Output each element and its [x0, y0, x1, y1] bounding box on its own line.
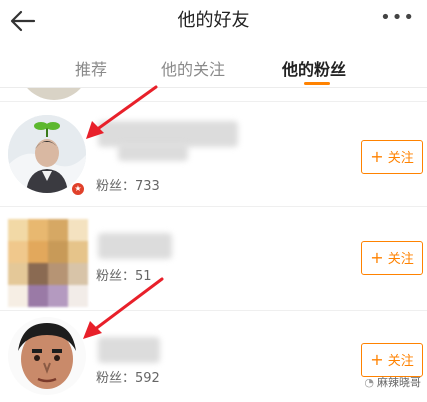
fans-count: 粉丝：592	[96, 371, 160, 386]
username-blurred	[98, 233, 172, 259]
follow-button[interactable]: + 关注	[361, 241, 423, 275]
avatar[interactable]	[8, 219, 88, 307]
wechat-icon: ◔	[364, 376, 374, 389]
top-bar: 他的好友 •••	[0, 0, 427, 42]
avatar[interactable]	[8, 317, 86, 395]
red-arrow-icon	[86, 85, 158, 139]
list-item-partial	[0, 88, 427, 102]
plus-icon: +	[370, 147, 384, 166]
tab-followers[interactable]: 他的粉丝	[282, 56, 346, 80]
plus-icon: +	[370, 350, 384, 369]
tab-following[interactable]: 他的关注	[161, 56, 225, 80]
red-arrow-icon	[83, 277, 164, 339]
avatar-image	[8, 317, 86, 395]
list-item[interactable]: 粉丝：51 + 关注	[0, 207, 427, 311]
avatar	[18, 88, 90, 100]
bio-blurred	[118, 143, 188, 161]
tab-recommend[interactable]: 推荐	[75, 56, 107, 80]
page-title: 他的好友	[177, 10, 250, 31]
follow-button[interactable]: + 关注	[361, 140, 423, 174]
watermark: ◔ 麻辣晓哥	[364, 376, 421, 389]
list-item[interactable]: 粉丝：592 + 关注	[0, 277, 427, 402]
active-tab-indicator	[304, 82, 330, 85]
avatar-mosaic	[8, 219, 88, 309]
tab-bar: 推荐 他的关注 他的粉丝	[0, 42, 427, 88]
verified-badge-icon: ★	[70, 181, 86, 197]
plus-icon: +	[370, 248, 384, 267]
more-options-icon[interactable]: •••	[380, 7, 415, 28]
follow-button[interactable]: + 关注	[361, 343, 423, 377]
fans-count: 粉丝：733	[96, 179, 160, 194]
list-item[interactable]: ★ 粉丝：733 + 关注	[0, 85, 427, 207]
